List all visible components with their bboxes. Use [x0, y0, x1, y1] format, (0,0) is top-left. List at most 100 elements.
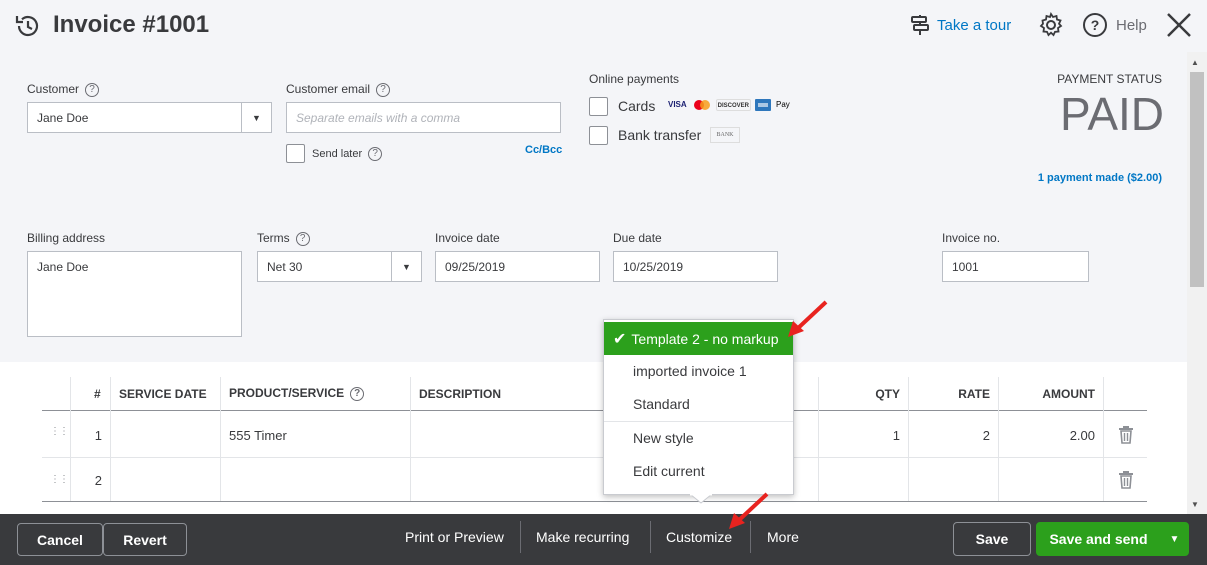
billing-address-value: Jane Doe — [37, 260, 89, 274]
col-header-qty: QTY — [875, 387, 900, 401]
due-date-value: 10/25/2019 — [623, 259, 684, 274]
customer-select[interactable]: Jane Doe ▼ — [27, 102, 272, 133]
chevron-down-icon[interactable]: ▼ — [1160, 522, 1189, 556]
col-divider — [410, 377, 411, 501]
menu-item-imported-invoice[interactable]: imported invoice 1 — [604, 354, 793, 387]
save-button[interactable]: Save — [953, 522, 1031, 556]
amex-logo — [755, 99, 772, 111]
row-qty[interactable]: 1 — [818, 428, 900, 443]
chevron-down-icon[interactable]: ▼ — [241, 103, 271, 132]
row-rate[interactable]: 2 — [908, 428, 990, 443]
send-later-checkbox[interactable] — [286, 144, 305, 163]
col-header-rate: RATE — [958, 387, 990, 401]
send-later-label: Send later? — [312, 147, 383, 161]
visa-logo: VISA — [668, 100, 687, 109]
bank-transfer-checkbox[interactable] — [589, 126, 608, 145]
customer-value: Jane Doe — [37, 110, 89, 125]
header-divider — [42, 410, 1147, 411]
col-divider — [220, 377, 221, 501]
invoice-date-label: Invoice date — [435, 231, 500, 245]
menu-item-template-2[interactable]: ✔ Template 2 - no markup — [604, 322, 793, 355]
cards-checkbox[interactable] — [589, 97, 608, 116]
customer-label: Customer? — [27, 82, 100, 97]
customize-button[interactable]: Customize — [666, 529, 732, 545]
help-icon[interactable]: ? — [85, 82, 100, 97]
footer-divider — [650, 521, 651, 553]
check-icon: ✔ — [613, 330, 627, 348]
gear-icon[interactable] — [1038, 12, 1064, 38]
customize-menu: ✔ Template 2 - no markup imported invoic… — [603, 319, 794, 495]
billing-address-textarea[interactable]: Jane Doe — [27, 251, 242, 337]
menu-item-label: Template 2 - no markup — [631, 330, 779, 347]
col-divider — [110, 377, 111, 501]
scroll-down-icon[interactable]: ▼ — [1191, 500, 1199, 509]
row-product[interactable]: 555 Timer — [229, 428, 287, 443]
page-title: Invoice #1001 — [53, 11, 210, 38]
help-icon[interactable]: ? — [295, 231, 310, 246]
help-button[interactable]: ? Help — [1082, 12, 1147, 38]
col-header-num: # — [94, 387, 101, 401]
payment-status-label: PAYMENT STATUS — [1057, 72, 1162, 86]
close-icon[interactable] — [1165, 11, 1193, 39]
menu-item-label: imported invoice 1 — [633, 362, 747, 379]
help-icon[interactable]: ? — [376, 82, 391, 97]
row-divider — [42, 501, 1147, 502]
col-header-description: DESCRIPTION — [419, 387, 502, 401]
more-button[interactable]: More — [767, 529, 799, 545]
applepay-logo: Pay — [776, 100, 790, 109]
cc-bcc-link[interactable]: Cc/Bcc — [525, 144, 562, 156]
payment-status-value: PAID — [1060, 88, 1164, 140]
footer-divider — [520, 521, 521, 553]
take-tour-label: Take a tour — [937, 16, 1012, 34]
menu-item-standard[interactable]: Standard — [604, 387, 793, 420]
menu-item-label: Edit current — [633, 462, 705, 479]
terms-label: Terms? — [257, 231, 310, 246]
due-date-label: Due date — [613, 231, 662, 245]
menu-item-new-style[interactable]: New style — [604, 421, 793, 454]
invoice-date-input[interactable]: 09/25/2019 — [435, 251, 600, 282]
revert-button[interactable]: Revert — [103, 523, 187, 556]
terms-select[interactable]: Net 30 ▼ — [257, 251, 422, 282]
col-header-product: PRODUCT/SERVICE? — [229, 386, 365, 401]
row-amount[interactable]: 2.00 — [998, 428, 1095, 443]
row-divider — [42, 457, 1147, 458]
discover-logo: DISCOVER — [715, 99, 752, 111]
col-header-service-date: SERVICE DATE — [119, 387, 207, 401]
payment-made-link[interactable]: 1 payment made ($2.00) — [1020, 172, 1162, 184]
signpost-icon — [911, 15, 929, 35]
print-preview-button[interactable]: Print or Preview — [405, 529, 504, 545]
trash-icon[interactable] — [1118, 471, 1134, 489]
invoice-date-value: 09/25/2019 — [445, 259, 506, 274]
help-icon[interactable]: ? — [368, 147, 383, 161]
help-label: Help — [1116, 16, 1147, 34]
invoice-no-input[interactable]: 1001 — [942, 251, 1089, 282]
col-header-amount: AMOUNT — [1042, 387, 1095, 401]
due-date-input[interactable]: 10/25/2019 — [613, 251, 778, 282]
chevron-down-icon[interactable]: ▼ — [391, 252, 421, 281]
help-icon[interactable]: ? — [350, 386, 365, 401]
menu-item-label: Standard — [633, 395, 690, 412]
annotation-arrow — [788, 300, 828, 337]
row-num: 1 — [94, 428, 102, 443]
invoice-no-value: 1001 — [952, 259, 979, 274]
history-icon[interactable] — [14, 12, 42, 40]
billing-address-label: Billing address — [27, 231, 106, 245]
scroll-up-icon[interactable]: ▲ — [1191, 58, 1199, 67]
menu-item-edit-current[interactable]: Edit current — [604, 454, 793, 487]
take-tour-link[interactable]: Take a tour — [909, 14, 1011, 36]
customer-email-input[interactable]: Separate emails with a comma — [286, 102, 561, 133]
trash-icon[interactable] — [1118, 426, 1134, 444]
annotation-arrow — [729, 492, 769, 529]
scrollbar-thumb[interactable] — [1190, 72, 1204, 287]
drag-handle-icon[interactable]: ⋮⋮ — [50, 427, 69, 437]
invoice-no-label: Invoice no. — [942, 231, 1001, 245]
row-num: 2 — [94, 473, 102, 488]
save-and-send-button[interactable]: Save and send — [1036, 522, 1161, 556]
cancel-button[interactable]: Cancel — [17, 523, 103, 556]
menu-pointer — [690, 494, 712, 504]
bank-transfer-label: Bank transfer — [618, 127, 702, 143]
col-divider — [1103, 377, 1104, 501]
drag-handle-icon[interactable]: ⋮⋮ — [50, 474, 69, 485]
make-recurring-button[interactable]: Make recurring — [536, 529, 629, 545]
mastercard-logo — [693, 100, 710, 110]
